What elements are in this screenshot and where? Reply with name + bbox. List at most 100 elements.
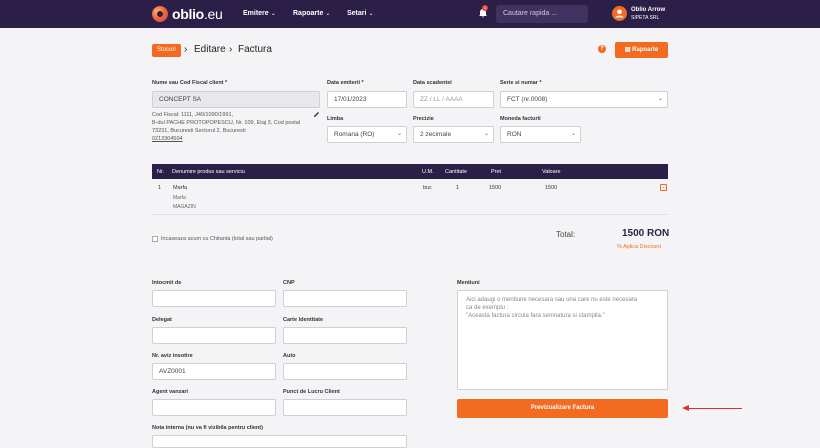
intocmit-label: Intocmit de — [152, 280, 182, 286]
moneda-label: Moneda facturii — [500, 116, 541, 122]
client-phone[interactable]: 0213304504 — [152, 135, 183, 143]
aviz-label: Nr. aviz insotire — [152, 353, 193, 359]
nav-rapoarte-label: Rapoarte — [293, 10, 324, 17]
limba-label: Limba — [327, 116, 344, 122]
aplica-discount-link[interactable]: % Aplica Discount — [617, 244, 661, 250]
row-qty: 1 — [456, 185, 460, 191]
nav-emitere-label: Emitere — [243, 10, 269, 17]
breadcrumb-factura: Factura — [238, 44, 272, 55]
precizie-label: Precizie — [413, 116, 434, 122]
aviz-input[interactable]: AVZ0001 — [152, 363, 276, 380]
row-nr: 1 — [158, 185, 162, 191]
user-name[interactable]: Oblio Arrow — [631, 7, 665, 13]
chevron-down-icon: ⌄ — [368, 11, 374, 17]
edit-pencil-icon[interactable] — [313, 111, 320, 118]
serie-value: FCT (nr.0008) — [507, 96, 548, 103]
annotation-arrow-line — [684, 408, 742, 409]
breadcrumb-separator-icon: › — [229, 44, 233, 55]
data-scadentei-label: Data scadentei — [413, 80, 452, 86]
limba-select[interactable]: Romana (RO) ⌄ — [327, 126, 407, 143]
precizie-value: 2 zecimale — [420, 131, 452, 138]
user-company: SIPETA SRL — [631, 15, 660, 21]
agent-vanzari-label: Agent vanzari — [152, 389, 189, 395]
chevron-down-icon: ⌄ — [483, 131, 489, 137]
oblio-logo-icon — [152, 6, 168, 22]
delegat-label: Delegat — [152, 317, 172, 323]
mentiuni-placeholder-line1: Aici adaugi o mentiune necesara sau una … — [466, 297, 638, 303]
client-input[interactable]: CONCEPT SA — [152, 91, 320, 108]
intocmit-input[interactable] — [152, 290, 276, 307]
serie-label: Serie si numar * — [500, 80, 542, 86]
client-details-line3: 73231, Bucuresti Sectorul 2, Bucuresti — [152, 128, 246, 134]
cnp-input[interactable] — [283, 290, 407, 307]
serie-select[interactable]: FCT (nr.0008) ⌄ — [500, 91, 668, 108]
carte-identitate-input[interactable] — [283, 327, 407, 344]
oblio-logo[interactable]: oblio.eu — [152, 6, 223, 22]
mentiuni-placeholder-line2: ca de exemplu : — [466, 305, 509, 311]
delete-row-icon[interactable]: ⌄ — [660, 184, 667, 191]
breadcrumb-editare[interactable]: Editare — [194, 44, 226, 55]
col-cantitate: Cantitate — [445, 169, 468, 175]
row-um: buc — [423, 185, 432, 191]
notification-badge: 1 — [482, 5, 488, 11]
auto-label: Auto — [283, 353, 296, 359]
punct-lucru-input[interactable] — [283, 399, 407, 416]
carte-identitate-label: Carte Identitate — [283, 317, 324, 323]
nav-setari-label: Setari — [347, 10, 367, 17]
precizie-select[interactable]: 2 zecimale ⌄ — [413, 126, 494, 143]
row-price: 1500 — [489, 185, 502, 191]
data-scadentei-input[interactable]: ZZ / LL / AAAA — [413, 91, 494, 108]
punct-lucru-label: Punct de Lucru Client — [283, 389, 340, 395]
moneda-value: RON — [507, 131, 522, 138]
moneda-select[interactable]: RON ⌄ — [500, 126, 581, 143]
data-emiterii-label: Data emiterii * — [327, 80, 364, 86]
rapoarte-button-label: Rapoarte — [632, 47, 659, 53]
chevron-down-icon: ⌄ — [657, 96, 663, 102]
chevron-down-icon: ⌄ — [325, 11, 331, 17]
row-product-desc: Marfa — [173, 195, 186, 201]
incaseaza-checkbox[interactable] — [152, 236, 158, 242]
rapoarte-button[interactable]: ▤ Rapoarte — [615, 42, 668, 58]
logo-text: oblio.eu — [172, 6, 223, 22]
nota-interna-input[interactable] — [152, 435, 407, 448]
total-value: 1500 RON — [622, 228, 670, 239]
chevron-down-icon: ⌄ — [570, 131, 576, 137]
user-avatar[interactable] — [612, 6, 627, 21]
quick-search-input[interactable]: Cautare rapida ... — [496, 5, 588, 23]
products-table-header: Nr. Denumire produs sau serviciu U.M. Ca… — [152, 164, 668, 179]
breadcrumb-stocuri[interactable]: Stocuri — [152, 44, 181, 57]
total-label: Total: — [556, 230, 576, 239]
top-navigation-bar: oblio.eu Emitere ⌄ Rapoarte ⌄ Setari ⌄ 1 Ca… — [0, 0, 820, 28]
client-details-line2: B-dul PACHE PROTOPOPESCU, Nr. 109, Etaj … — [152, 120, 301, 126]
client-label: Nume sau Cod Fiscal client * — [152, 80, 228, 86]
client-details-line1: Cod Fiscal: 1111, J40/1090/1991, — [152, 112, 234, 118]
col-um: U.M. — [422, 169, 434, 175]
user-icon — [615, 9, 624, 18]
row-product-gestiune: MAGAZIN — [173, 204, 196, 210]
breadcrumb-separator-icon: › — [184, 44, 188, 55]
mentiuni-placeholder-line3: "Aceasta factura circula fara semnatura … — [466, 313, 605, 319]
col-denumire: Denumire produs sau serviciu — [172, 169, 245, 175]
nota-interna-label: Nota interna (nu va fi vizibila pentru c… — [152, 425, 263, 431]
nav-rapoarte[interactable]: Rapoarte ⌄ — [293, 10, 330, 17]
row-product-name: Marfa — [173, 185, 188, 191]
auto-input[interactable] — [283, 363, 407, 380]
chevron-down-icon: ⌄ — [270, 11, 276, 17]
table-divider — [152, 214, 668, 215]
data-emiterii-input[interactable]: 17/01/2023 — [327, 91, 407, 108]
chevron-down-icon: ⌄ — [396, 131, 402, 137]
previzualizare-factura-button[interactable]: Previzualizare Factura — [457, 399, 668, 418]
delegat-input[interactable] — [152, 327, 276, 344]
help-icon[interactable]: ? — [598, 45, 606, 53]
limba-value: Romana (RO) — [334, 131, 375, 138]
col-valoare: Valoare — [542, 169, 561, 175]
agent-vanzari-input[interactable] — [152, 399, 276, 416]
incaseaza-label: Incaseaza acum cu Chitanta (total sau pa… — [161, 236, 273, 242]
annotation-arrow-icon — [682, 405, 689, 411]
cnp-label: CNP — [283, 280, 295, 286]
mentiuni-textarea[interactable]: Aici adaugi o mentiune necesara sau una … — [457, 290, 668, 390]
mentiuni-label: Mentiuni — [457, 280, 480, 286]
nav-emitere[interactable]: Emitere ⌄ — [243, 10, 276, 17]
col-nr: Nr. — [157, 169, 165, 175]
nav-setari[interactable]: Setari ⌄ — [347, 10, 374, 17]
